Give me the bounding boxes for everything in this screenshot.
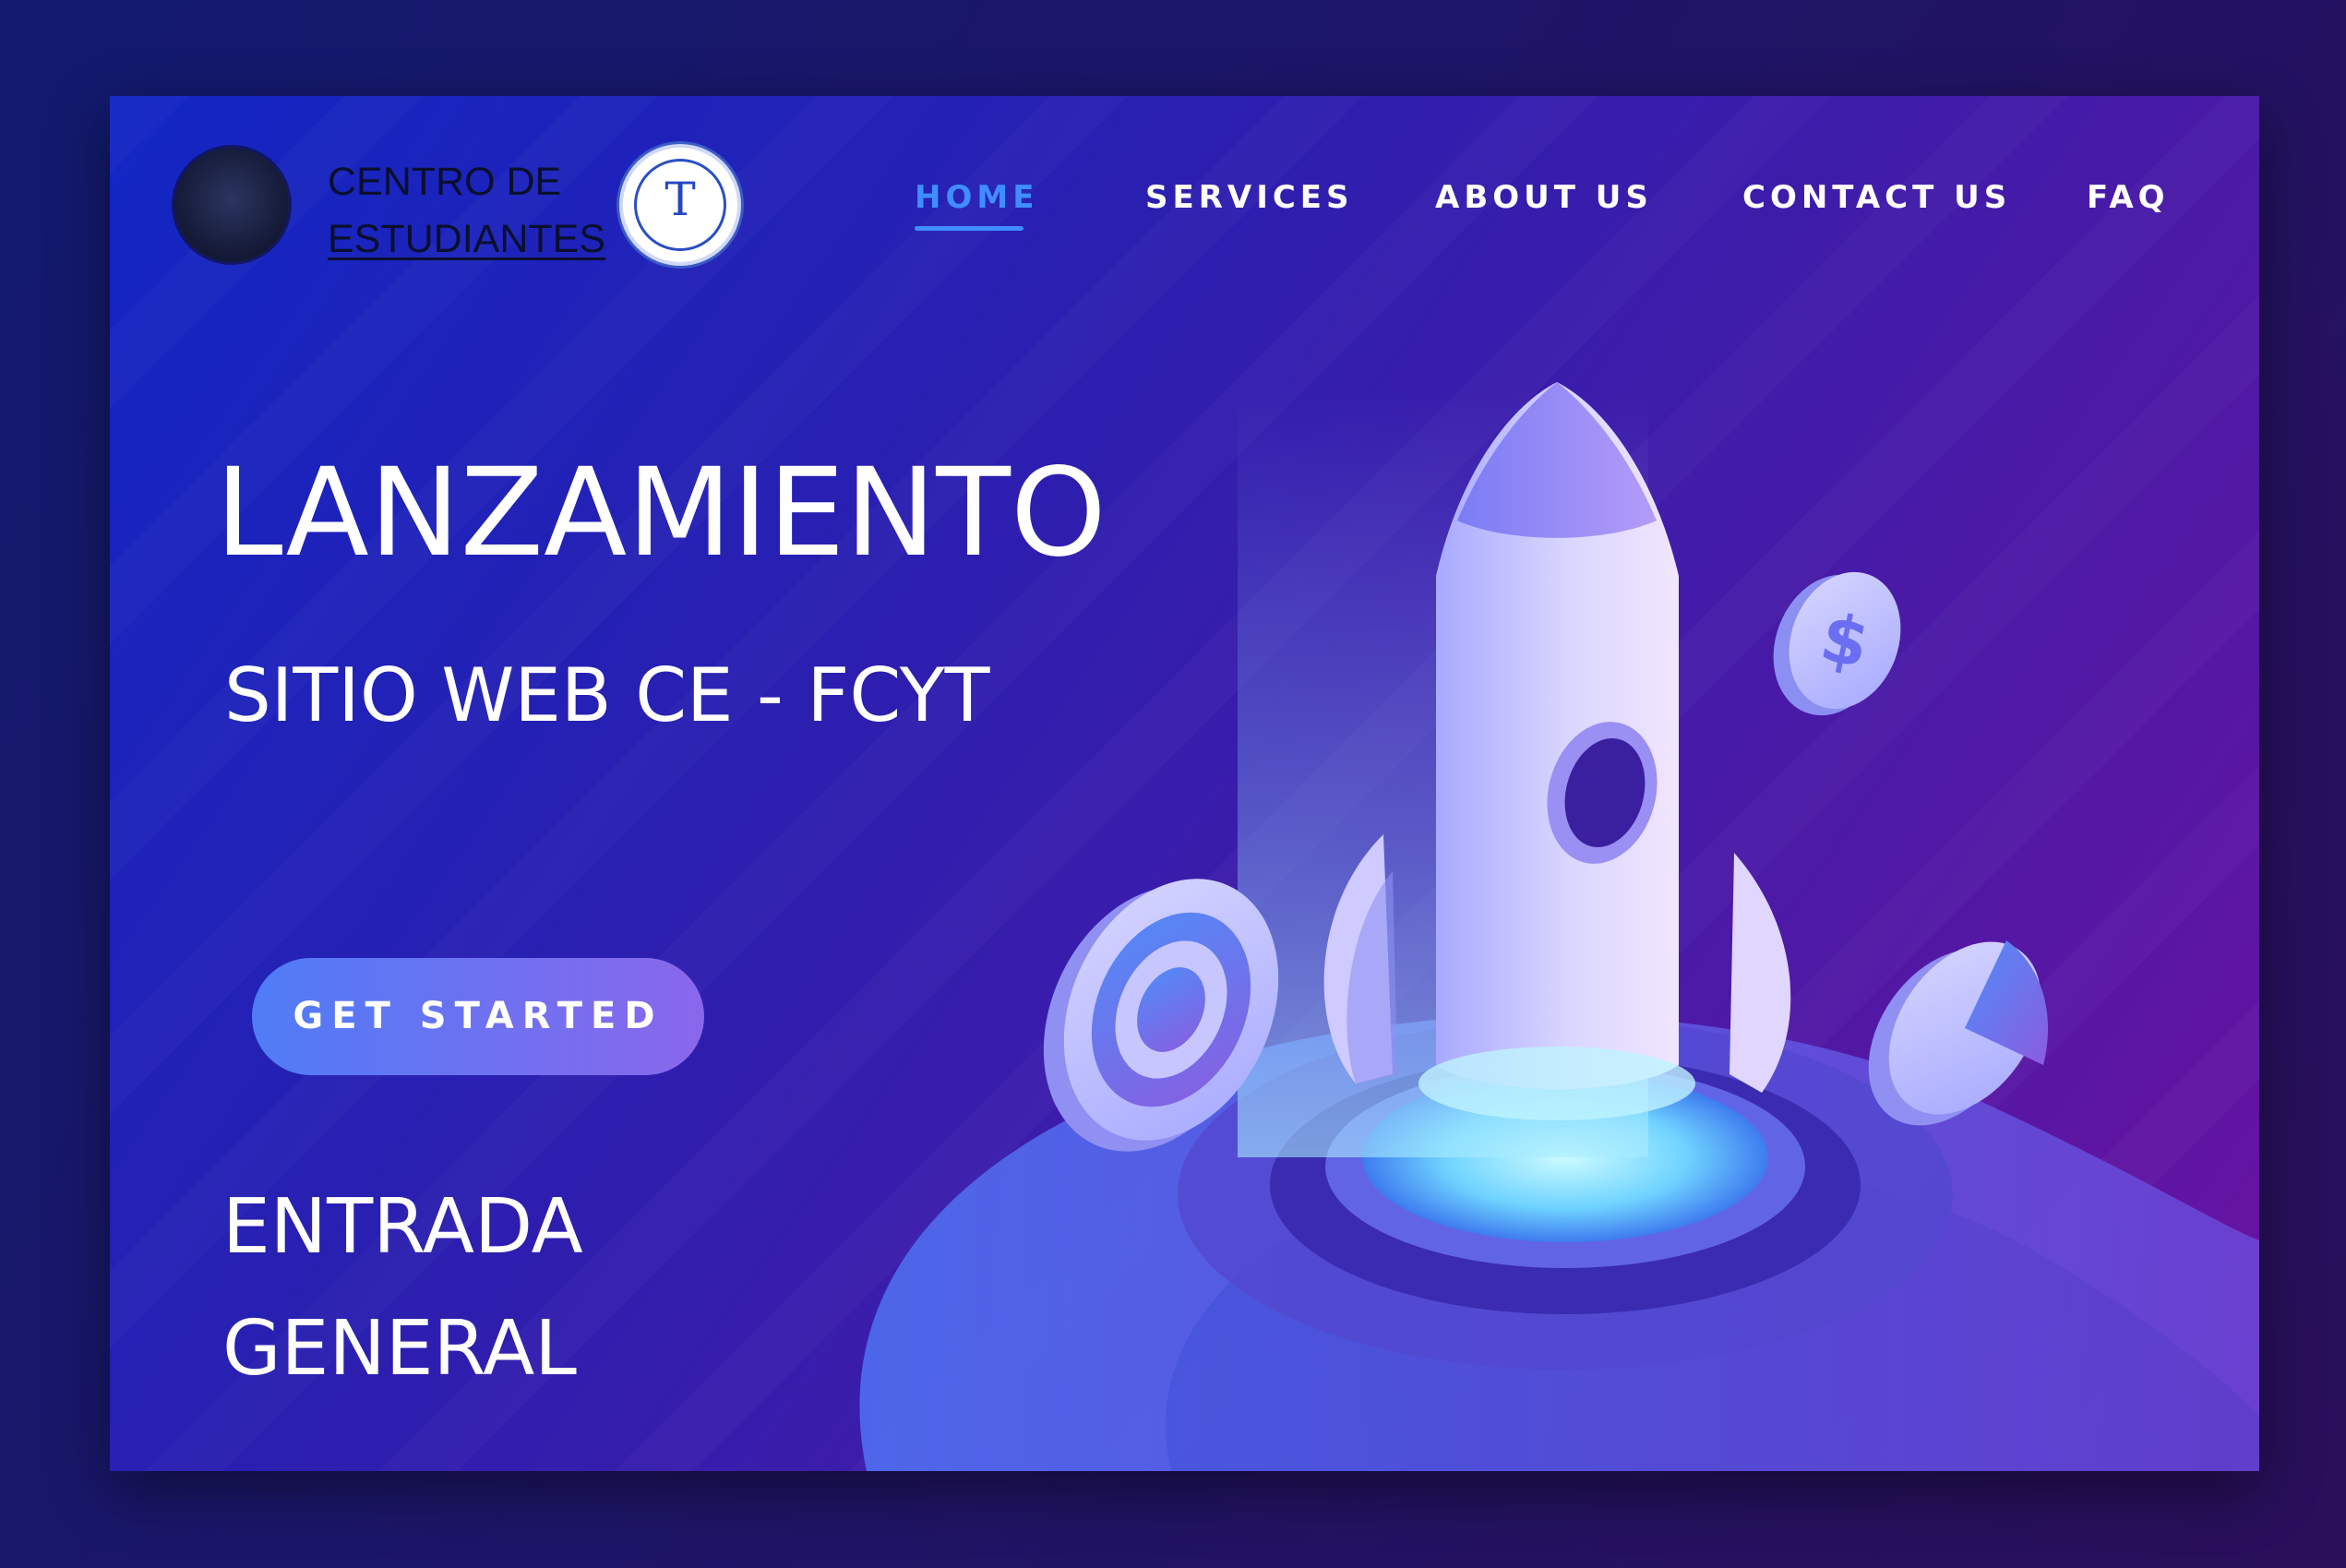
entry-label-line2: GENERAL xyxy=(222,1305,577,1393)
nav-about-us[interactable]: ABOUT US xyxy=(1435,179,1653,216)
get-started-button[interactable]: GET STARTED xyxy=(252,958,704,1075)
landing-card: $ CENTRO DE ESTUDIANTES T HOME SERVICES … xyxy=(110,96,2259,1471)
entry-label-line1: ENTRADA xyxy=(222,1183,583,1271)
nav-active-indicator xyxy=(915,226,1023,231)
nav-services[interactable]: SERVICES xyxy=(1145,179,1354,216)
student-center-seal-icon[interactable] xyxy=(174,148,289,262)
brand-name-line2: ESTUDIANTES xyxy=(328,217,606,261)
nav-contact-us[interactable]: CONTACT US xyxy=(1742,179,2011,216)
hero-title: LANZAMIENTO xyxy=(215,442,1107,584)
nav-faq[interactable]: FAQ xyxy=(2087,179,2170,216)
faculty-logo-icon[interactable]: T xyxy=(623,148,737,262)
faculty-logo-letter: T xyxy=(664,173,696,226)
brand-name[interactable]: CENTRO DE ESTUDIANTES xyxy=(328,153,605,268)
brand-name-line1: CENTRO DE xyxy=(328,160,562,204)
hero-subtitle: SITIO WEB CE - FCYT xyxy=(224,652,990,738)
nav-home[interactable]: HOME xyxy=(915,179,1038,216)
